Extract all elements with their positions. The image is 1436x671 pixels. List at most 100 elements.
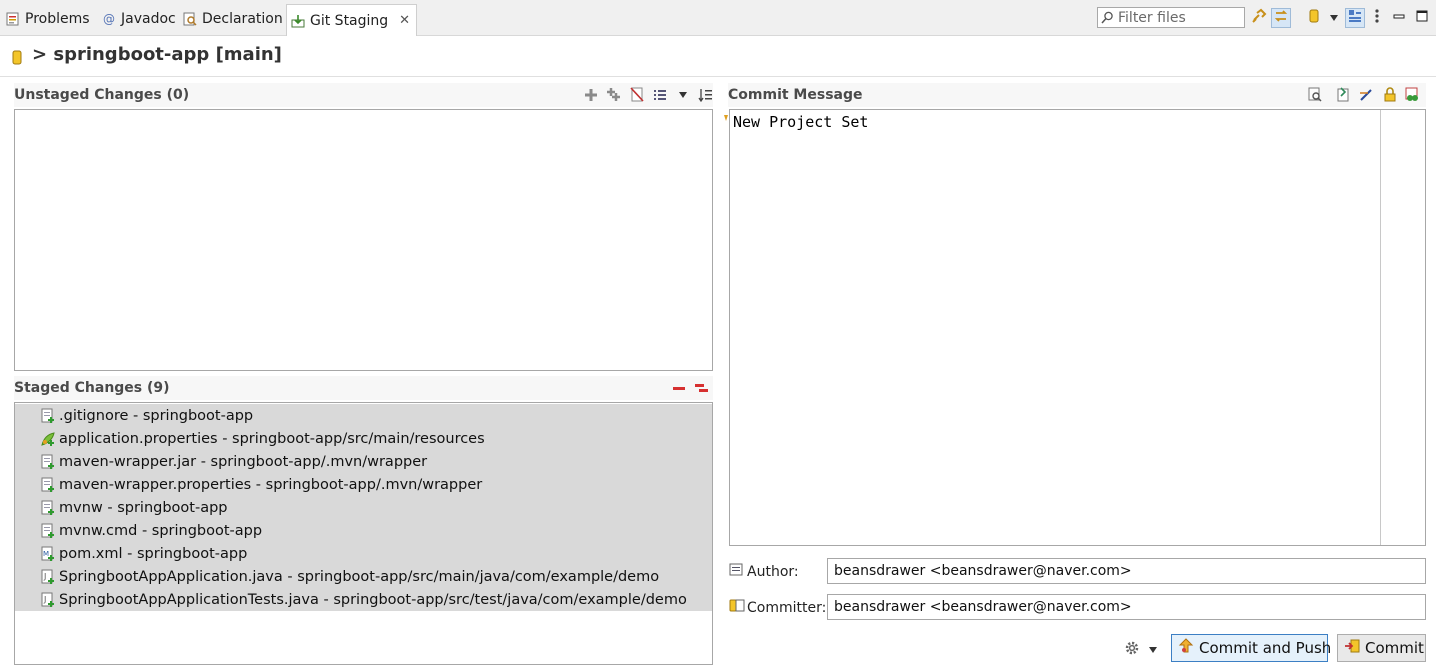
tab-label: Javadoc (121, 11, 176, 27)
repository-dropdown[interactable] (1324, 8, 1344, 28)
stage-all-icon[interactable] (605, 86, 622, 103)
chevron-down-icon[interactable] (674, 86, 691, 103)
repository-header: > springboot-app [main] (0, 36, 1436, 77)
staged-file-label: maven-wrapper.jar - springboot-app/.mvn/… (59, 453, 428, 470)
unstaged-changes-header: Unstaged Changes (0) (14, 83, 713, 107)
svg-text:J: J (43, 595, 46, 604)
unstaged-changes-list[interactable] (14, 109, 713, 371)
filter-files-input[interactable] (1116, 8, 1240, 27)
unstaged-changes-title: Unstaged Changes (0) (14, 87, 190, 103)
tab-label: Git Staging (310, 12, 389, 29)
sync-toggle-button[interactable] (1271, 8, 1291, 28)
stage-icon[interactable] (582, 86, 599, 103)
staged-file-label: mvnw.cmd - springboot-app (59, 522, 263, 539)
list-item[interactable]: M pom.xml - springboot-app (15, 542, 712, 565)
staged-toolbar (670, 379, 710, 396)
tab-javadoc[interactable]: @ Javadoc (102, 5, 176, 33)
filter-files-field[interactable] (1097, 7, 1245, 28)
committer-label: Committer: (729, 598, 826, 617)
chevron-down-icon (1329, 10, 1339, 26)
maximize-button[interactable] (1412, 8, 1432, 28)
view-menu-button[interactable] (1367, 8, 1387, 28)
list-view-icon[interactable] (651, 86, 668, 103)
tab-declaration[interactable]: Declaration (183, 5, 283, 33)
list-item[interactable]: .gitignore - springboot-app (15, 404, 712, 427)
list-item[interactable]: application.properties - springboot-app/… (15, 427, 712, 450)
tab-label: Problems (25, 11, 90, 27)
link-icon (1251, 8, 1267, 28)
list-item[interactable]: mvnw - springboot-app (15, 496, 712, 519)
xml-file-icon: M (40, 546, 56, 562)
list-item[interactable]: maven-wrapper.properties - springboot-ap… (15, 473, 712, 496)
staged-file-label: pom.xml - springboot-app (59, 545, 248, 562)
commit-message-title: Commit Message (728, 87, 863, 103)
staged-changes-title: Staged Changes (9) (14, 380, 170, 396)
author-input[interactable] (832, 562, 1425, 580)
file-added-icon (40, 477, 56, 493)
layout-toggle-button[interactable] (1345, 8, 1365, 28)
change-id-icon[interactable] (1404, 86, 1421, 103)
javadoc-icon: @ (103, 12, 115, 26)
unstage-icon[interactable] (670, 379, 687, 396)
file-added-icon (40, 454, 56, 470)
tab-problems[interactable]: Problems (6, 5, 90, 33)
unstage-all-icon[interactable] (693, 379, 710, 396)
file-added-icon (40, 408, 56, 424)
committer-field[interactable] (827, 594, 1426, 620)
list-item[interactable]: J SpringbootAppApplication.java - spring… (15, 565, 712, 588)
preview-icon[interactable] (1306, 86, 1323, 103)
author-label: Author: (729, 562, 799, 581)
search-icon (1101, 11, 1114, 24)
list-item[interactable]: maven-wrapper.jar - springboot-app/.mvn/… (15, 450, 712, 473)
staged-file-label: maven-wrapper.properties - springboot-ap… (59, 476, 483, 493)
author-icon (729, 562, 745, 581)
repository-button[interactable] (1304, 8, 1324, 28)
sort-icon[interactable] (697, 86, 714, 103)
commit-icon (1344, 639, 1360, 657)
java-file-icon: J (40, 569, 56, 585)
close-icon[interactable]: ✕ (399, 13, 410, 28)
list-item[interactable]: J SpringbootAppApplicationTests.java - s… (15, 588, 712, 611)
commit-toolbar (1306, 86, 1421, 103)
problems-icon (6, 12, 20, 26)
staged-changes-header: Staged Changes (9) (14, 376, 713, 400)
properties-file-icon (40, 431, 56, 447)
ignore-icon[interactable] (628, 86, 645, 103)
commit-message-header: Commit Message (728, 83, 1426, 107)
minimize-icon (1393, 10, 1405, 26)
git-staging-icon (291, 14, 305, 28)
commit-options-button[interactable] (1124, 640, 1158, 660)
signoff-icon[interactable] (1358, 86, 1375, 103)
tab-git-staging[interactable]: Git Staging ✕ (286, 4, 418, 36)
svg-text:M: M (43, 550, 49, 558)
content-assist-icon (723, 110, 729, 126)
sync-icon (1273, 8, 1289, 28)
maximize-icon (1416, 10, 1428, 26)
commit-button[interactable]: Commit (1337, 634, 1426, 662)
chevron-down-icon (1148, 642, 1158, 658)
lock-icon[interactable] (1381, 86, 1398, 103)
committer-input[interactable] (832, 598, 1425, 616)
repository-icon (12, 50, 22, 69)
tab-label: Declaration (202, 11, 283, 27)
file-added-icon (40, 523, 56, 539)
link-selection-button[interactable] (1249, 8, 1269, 28)
commit-and-push-button[interactable]: Commit and Push (1171, 634, 1331, 662)
repository-title: > springboot-app [main] (32, 44, 282, 65)
author-field[interactable] (827, 558, 1426, 584)
margin-ruler (1380, 110, 1381, 545)
list-item[interactable]: mvnw.cmd - springboot-app (15, 519, 712, 542)
staged-changes-list[interactable]: .gitignore - springboot-app application.… (14, 402, 713, 665)
view-tab-bar: Problems @ Javadoc Declaration Git Stagi… (0, 0, 1436, 36)
svg-text:J: J (43, 572, 46, 581)
commit-message-editor[interactable]: New Project Set (729, 109, 1426, 546)
java-file-icon: J (40, 592, 56, 608)
commit-message-text[interactable]: New Project Set (733, 113, 868, 131)
minimize-button[interactable] (1389, 8, 1409, 28)
staged-file-label: .gitignore - springboot-app (59, 407, 254, 424)
declaration-icon (183, 12, 197, 26)
amend-icon[interactable] (1335, 86, 1352, 103)
staged-file-label: SpringbootAppApplication.java - springbo… (59, 568, 660, 585)
unstaged-toolbar (582, 86, 714, 103)
staged-file-label: SpringbootAppApplicationTests.java - spr… (59, 591, 687, 608)
